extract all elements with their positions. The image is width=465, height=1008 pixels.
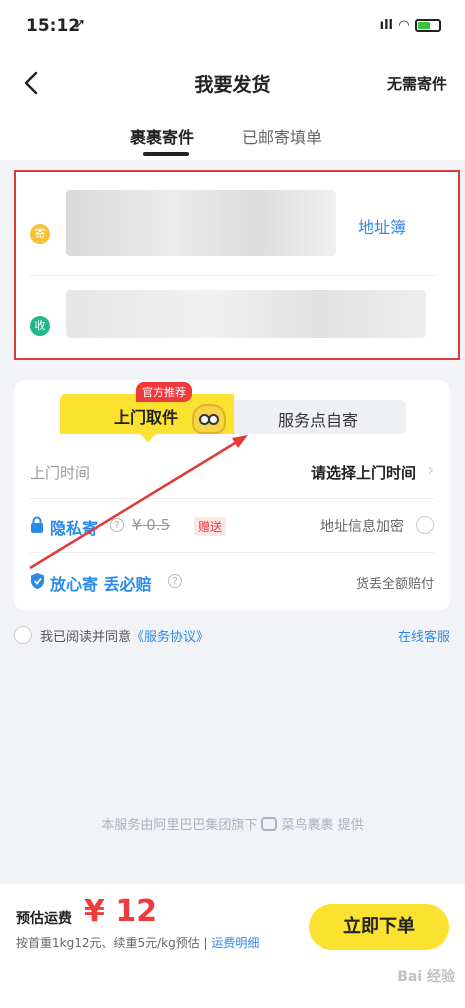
worry-free-row: 放心寄 丢必赔 ? 货丢全额赔付 xyxy=(30,556,434,608)
pickup-time-row[interactable]: 上门时间 请选择上门时间 › xyxy=(30,446,434,498)
signal-icon: ıll xyxy=(379,18,393,33)
privacy-label: 隐私寄 xyxy=(50,519,99,538)
address-encrypt-label: 地址信息加密 xyxy=(320,519,404,535)
privacy-row: 隐私寄 ? ¥ 0.5 赠送 地址信息加密 xyxy=(30,500,434,552)
estimated-fee-label: 预估运费 xyxy=(16,911,72,927)
tab-guoguo-send[interactable]: 裹裹寄件 xyxy=(130,124,194,148)
address-book-link[interactable]: 地址簿 xyxy=(358,214,406,238)
sender-address-blurred[interactable] xyxy=(66,190,336,256)
bottom-bar: 预估运费 ¥ 12 按首重1kg12元、续重5元/kg预估 | 运费明细 立即下… xyxy=(0,884,465,1008)
mascot-icon xyxy=(192,404,226,434)
pickup-time-value: 请选择上门时间 xyxy=(310,464,416,482)
agree-radio[interactable] xyxy=(14,626,32,644)
status-time: 15:12 xyxy=(26,16,81,36)
battery-icon xyxy=(415,19,441,32)
receiver-icon: 收 xyxy=(30,316,50,336)
address-card: 寄 地址簿 收 xyxy=(14,170,460,360)
nav-bar: 我要发货 无需寄件 xyxy=(0,58,465,108)
worry-free-label: 放心寄 丢必赔 xyxy=(50,575,152,594)
tab-mailed-form[interactable]: 已邮寄填单 xyxy=(242,124,322,148)
agreement-row: 我已阅读并同意《服务协议》 在线客服 xyxy=(14,624,450,646)
wifi-icon: ◠ xyxy=(399,18,409,33)
tab-underline xyxy=(143,152,189,156)
agreement-prefix: 我已阅读并同意 xyxy=(40,630,132,645)
full-compensation-label: 货丢全额赔付 xyxy=(355,577,434,592)
location-arrow-icon: ➚ xyxy=(74,16,86,32)
online-service-link[interactable]: 在线客服 xyxy=(398,626,450,645)
help-icon[interactable]: ? xyxy=(110,518,124,532)
provider-line: 本服务由阿里巴巴集团旗下 菜鸟裹裹 提供 xyxy=(0,814,465,833)
lock-icon xyxy=(31,516,43,533)
status-bar: 15:12 ➚ ıll ◠ xyxy=(0,0,465,58)
segment-self-drop-label: 服务点自寄 xyxy=(278,411,359,430)
fee-note: 按首重1kg12元、续重5元/kg预估 | 运费明细 xyxy=(16,934,259,951)
fee-note-text: 按首重1kg12元、续重5元/kg预估 | xyxy=(16,936,212,950)
encrypt-radio[interactable] xyxy=(416,516,434,534)
sender-icon: 寄 xyxy=(30,224,50,244)
provider-suffix: 菜鸟裹裹 提供 xyxy=(281,818,364,833)
gift-badge: 赠送 xyxy=(194,517,227,536)
agreement-text: 我已阅读并同意《服务协议》 xyxy=(40,626,209,645)
estimated-fee-price: ¥ 12 xyxy=(84,894,158,929)
chevron-right-icon: › xyxy=(427,460,434,479)
segment-pointer xyxy=(140,434,156,442)
place-order-button[interactable]: 立即下单 xyxy=(309,904,449,950)
provider-prefix: 本服务由阿里巴巴集团旗下 xyxy=(101,818,258,833)
row-divider xyxy=(30,552,434,553)
row-divider xyxy=(30,498,434,499)
no-shipping-button[interactable]: 无需寄件 xyxy=(387,73,447,94)
address-divider xyxy=(30,275,438,276)
privacy-old-price: ¥ 0.5 xyxy=(132,516,171,534)
tab-bar: 裹裹寄件 已邮寄填单 xyxy=(0,108,465,160)
status-icons: ıll ◠ xyxy=(380,18,441,33)
segment-door-pickup-label: 上门取件 xyxy=(114,408,179,427)
receiver-address-blurred[interactable] xyxy=(66,290,426,338)
official-recommend-badge: 官方推荐 xyxy=(136,382,192,402)
fee-detail-link[interactable]: 运费明细 xyxy=(211,936,259,950)
shield-icon xyxy=(31,573,44,589)
baidu-watermark: Bai 经验 xyxy=(397,969,455,985)
service-agreement-link[interactable]: 《服务协议》 xyxy=(131,630,209,645)
service-card: 服务点自寄 上门取件 官方推荐 上门时间 请选择上门时间 › 隐私寄 ? ¥ 0… xyxy=(14,380,450,610)
pickup-time-label: 上门时间 xyxy=(30,464,91,482)
cainiao-logo-icon xyxy=(261,817,278,831)
help-icon[interactable]: ? xyxy=(168,574,182,588)
